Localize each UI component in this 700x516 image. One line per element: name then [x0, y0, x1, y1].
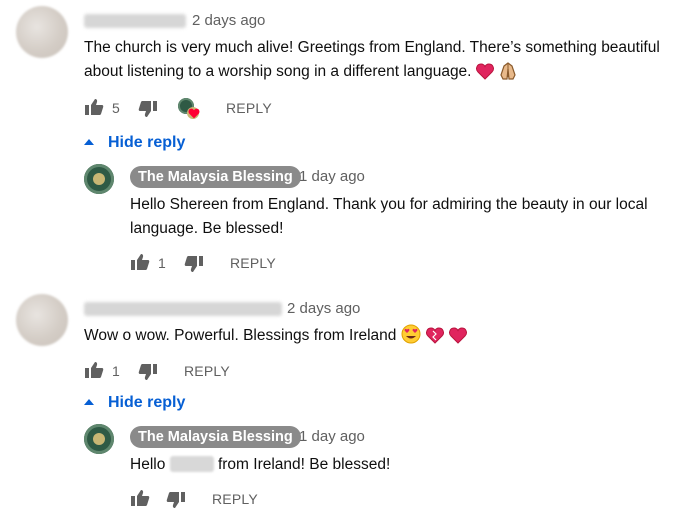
commenter-name-redacted[interactable]	[84, 14, 186, 28]
channel-name-chip[interactable]: The Malaysia Blessing	[130, 426, 301, 448]
reply-button[interactable]: REPLY	[230, 255, 276, 271]
reply-button[interactable]: REPLY	[212, 491, 258, 507]
caret-up-icon	[84, 139, 94, 145]
reply-text-start: Hello	[130, 456, 166, 473]
comment-text: The church is very much alive! Greetings…	[84, 36, 684, 88]
like-count: 1	[158, 255, 166, 271]
thumb-up-icon[interactable]	[130, 489, 150, 507]
folded-hands-emoji	[498, 60, 518, 88]
channel-avatar[interactable]	[84, 164, 114, 194]
like-count: 5	[112, 100, 120, 116]
comment-time[interactable]: 2 days ago	[287, 300, 360, 317]
thumb-down-icon[interactable]	[138, 100, 158, 118]
channel-name-chip[interactable]: The Malaysia Blessing	[130, 166, 301, 188]
comment-text: Wow o wow. Powerful. Blessings from Irel…	[84, 324, 684, 352]
heart-emoji	[449, 327, 468, 352]
commenter-avatar[interactable]	[16, 6, 68, 58]
hide-reply-label: Hide reply	[108, 394, 186, 411]
channel-avatar[interactable]	[84, 424, 114, 454]
hide-reply-toggle[interactable]: Hide reply	[84, 394, 185, 412]
reply-text-end: from Ireland! Be blessed!	[217, 456, 391, 473]
thumb-up-icon[interactable]	[84, 98, 104, 116]
reply-time[interactable]: 1 day ago	[299, 168, 365, 185]
hide-reply-label: Hide reply	[108, 134, 186, 151]
reply-text: Hello Shereen from England. Thank you fo…	[130, 196, 648, 237]
thumb-down-icon[interactable]	[166, 491, 186, 509]
caret-up-icon	[84, 399, 94, 405]
thumb-down-icon[interactable]	[184, 255, 204, 273]
comment-text-body: The church is very much alive! Greetings…	[84, 39, 660, 80]
hide-reply-toggle[interactable]: Hide reply	[84, 134, 185, 152]
comment-time[interactable]: 2 days ago	[192, 12, 265, 29]
heart-eyes-emoji	[401, 324, 421, 352]
reply-button[interactable]: REPLY	[226, 100, 272, 116]
creator-heart-icon	[178, 98, 202, 122]
reply-time[interactable]: 1 day ago	[299, 428, 365, 445]
thumb-up-icon[interactable]	[130, 253, 150, 271]
commenter-name-redacted[interactable]	[84, 302, 282, 316]
reply-button[interactable]: REPLY	[184, 363, 230, 379]
thumb-up-icon[interactable]	[84, 361, 104, 379]
redacted-name	[169, 456, 214, 472]
reply-text: Hello from Ireland! Be blessed!	[130, 453, 685, 477]
thumb-down-icon[interactable]	[138, 363, 158, 381]
commenter-avatar[interactable]	[16, 294, 68, 346]
heart-emoji	[475, 63, 494, 88]
heart-emoji	[425, 327, 445, 352]
comment-text-body: Wow o wow. Powerful. Blessings from Irel…	[84, 327, 397, 344]
like-count: 1	[112, 363, 120, 379]
